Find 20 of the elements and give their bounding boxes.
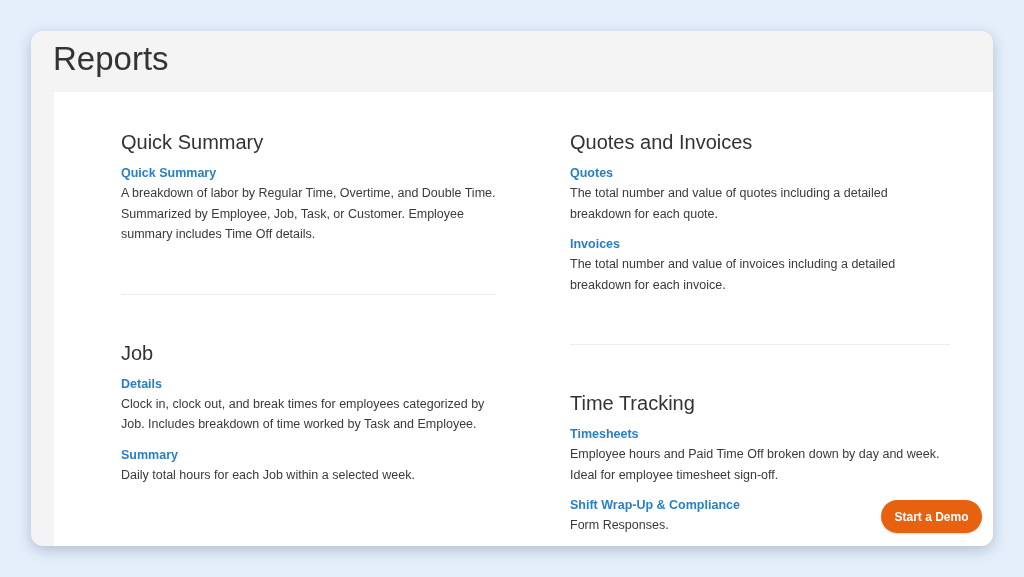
report-description: The total number and value of invoices including a detailed breakdown for each invoice. — [570, 256, 897, 294]
report-description: Daily total hours for each Job within a selected week. — [121, 466, 415, 484]
report-link[interactable]: Timesheets — [570, 425, 639, 443]
report-description: Form Responses. — [570, 517, 669, 534]
section-heading: Quick Summary — [121, 130, 265, 155]
start-demo-button[interactable]: Start a Demo — [881, 500, 982, 533]
section-heading: Time Tracking — [570, 391, 696, 416]
report-description: Clock in, clock out, and break times for employees categorized by Job. Includes breakdown of time worked by Task and Employee. — [121, 395, 486, 433]
report-link[interactable]: Shift Wrap-Up & Compliance — [570, 496, 740, 514]
report-description: The total number and value of quotes including a detailed breakdown for each quote. — [570, 185, 889, 223]
report-link[interactable]: Details — [121, 374, 162, 393]
section-heading: Quotes and Invoices — [570, 130, 754, 155]
report-description: Employee hours and Paid Time Off broken down by day and week. Ideal for employee timesheet sign-off. — [570, 446, 941, 484]
report-link[interactable]: Quick Summary — [121, 164, 217, 182]
section-heading: Job — [121, 340, 155, 366]
report-description: A breakdown of labor by Regular Time, Overtime, and Double Time. Summarized by Employee, Job, Task, or Customer. Employee summary includes Time Off details. — [121, 185, 496, 243]
report-link[interactable]: Invoices — [570, 235, 621, 253]
report-link[interactable]: Quotes — [570, 164, 614, 182]
page-title: Reports — [53, 39, 169, 79]
report-link[interactable]: Summary — [121, 445, 178, 464]
